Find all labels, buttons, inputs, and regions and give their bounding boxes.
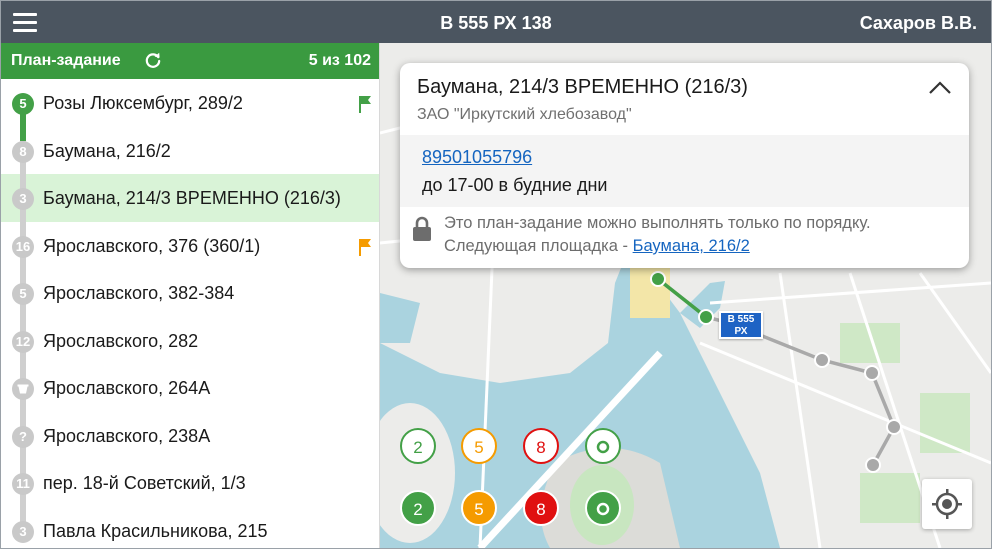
task-item[interactable]: 11 пер. 18-й Советский, 1/3 xyxy=(1,459,379,507)
site-info-card: Баумана, 214/3 ВРЕМЕННО (216/3) ЗАО "Ирк… xyxy=(400,63,969,268)
sidebar-header: План-задание 5 из 102 xyxy=(1,43,379,79)
task-item[interactable]: 16 Ярославского, 376 (360/1) xyxy=(1,221,379,269)
task-label: Ярославского, 238А xyxy=(43,425,211,446)
menu-button[interactable] xyxy=(9,10,41,34)
vehicle-title: В 555 РХ 138 xyxy=(440,13,552,33)
cluster-marker[interactable]: 2 xyxy=(400,490,436,526)
orange-flag-icon xyxy=(359,238,371,256)
locate-button[interactable] xyxy=(922,479,972,529)
task-sidebar: План-задание 5 из 102 5 Розы Люксембург,… xyxy=(1,43,380,548)
vehicle-marker[interactable]: В 555 РХ xyxy=(719,311,763,339)
container-marker xyxy=(12,378,34,400)
task-label: Ярославского, 282 xyxy=(43,330,199,351)
green-flag-icon xyxy=(359,96,371,113)
my-location-icon xyxy=(932,489,962,519)
contact-section: 89501055796 до 17-00 в будние дни xyxy=(400,135,969,207)
order-marker: 8 xyxy=(12,140,34,163)
task-label: Ярославского, 264А xyxy=(43,378,211,398)
container-icon xyxy=(596,440,610,454)
hamburger-icon xyxy=(13,13,37,16)
task-item-selected[interactable]: 3 Баумана, 214/3 ВРЕМЕННО (216/3) xyxy=(1,174,379,222)
task-label: Баумана, 216/2 xyxy=(43,140,171,161)
order-marker: 3 xyxy=(12,520,34,543)
task-label: Розы Люксембург, 289/2 xyxy=(43,93,243,113)
task-item[interactable]: Ярославского, 264А xyxy=(1,364,379,412)
next-site-notice: Следующая площадка - Баумана, 216/2 xyxy=(444,237,750,255)
lock-icon xyxy=(413,216,431,241)
order-marker: 3 xyxy=(12,188,34,210)
chevron-up-icon[interactable] xyxy=(927,75,953,101)
task-label: Ярославского, 376 (360/1) xyxy=(43,235,261,256)
task-item[interactable]: 5 Розы Люксембург, 289/2 xyxy=(1,79,379,127)
cluster-marker[interactable] xyxy=(585,428,621,464)
order-marker: 12 xyxy=(12,330,34,353)
task-item[interactable]: 5 Ярославского, 382-384 xyxy=(1,269,379,317)
order-marker: ? xyxy=(12,425,34,448)
task-count: 5 из 102 xyxy=(308,52,371,69)
app-window: В 555 РХ 138 Сахаров В.В. План-задание 5… xyxy=(0,0,992,549)
task-label: Баумана, 214/3 ВРЕМЕННО (216/3) xyxy=(43,188,341,208)
order-notice: Это план-задание можно выполнять только … xyxy=(444,214,871,232)
phone-link[interactable]: 89501055796 xyxy=(422,147,532,168)
card-header: Баумана, 214/3 ВРЕМЕННО (216/3) ЗАО "Ирк… xyxy=(400,63,969,135)
order-marker: 5 xyxy=(12,93,34,115)
task-item[interactable]: 12 Ярославского, 282 xyxy=(1,316,379,364)
refresh-icon[interactable] xyxy=(144,52,162,70)
task-list: 5 Розы Люксембург, 289/2 8 Баумана, 216/… xyxy=(1,79,379,548)
cluster-marker[interactable]: 5 xyxy=(461,490,497,526)
order-marker: 11 xyxy=(12,473,34,495)
user-name[interactable]: Сахаров В.В. xyxy=(860,1,977,43)
cluster-marker[interactable] xyxy=(585,490,621,526)
container-icon xyxy=(596,502,610,516)
cluster-marker[interactable]: 5 xyxy=(461,428,497,464)
task-label: Ярославского, 382-384 xyxy=(43,283,235,303)
card-subtitle: ЗАО "Иркутский хлебозавод" xyxy=(417,106,632,123)
task-label: Павла Красильникова, 215 xyxy=(43,520,268,541)
sidebar-title: План-задание xyxy=(11,52,121,69)
cluster-marker[interactable]: 8 xyxy=(523,428,559,464)
top-bar: В 555 РХ 138 Сахаров В.В. xyxy=(1,1,991,43)
task-item[interactable]: 3 Павла Красильникова, 215 xyxy=(1,506,379,549)
order-marker: 16 xyxy=(12,235,34,258)
task-item[interactable]: ? Ярославского, 238А xyxy=(1,411,379,459)
next-site-link[interactable]: Баумана, 216/2 xyxy=(633,237,750,255)
task-label: пер. 18-й Советский, 1/3 xyxy=(43,473,246,493)
working-hours: до 17-00 в будние дни xyxy=(422,175,608,195)
task-item[interactable]: 8 Баумана, 216/2 xyxy=(1,126,379,175)
card-title: Баумана, 214/3 ВРЕМЕННО (216/3) xyxy=(417,76,748,98)
cluster-marker[interactable]: 8 xyxy=(523,490,559,526)
container-icon xyxy=(17,384,29,394)
order-marker: 5 xyxy=(12,283,34,305)
cluster-marker[interactable]: 2 xyxy=(400,428,436,464)
